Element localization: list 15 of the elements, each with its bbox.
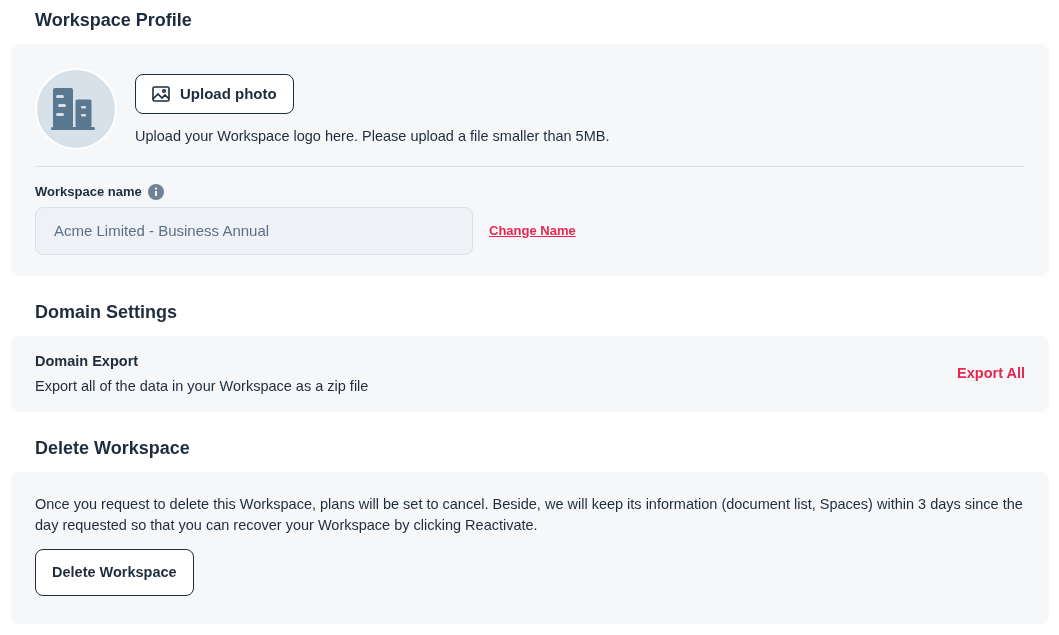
upload-photo-button[interactable]: Upload photo [135, 74, 294, 114]
delete-description: Once you request to delete this Workspace, plans will be set to cancel. Beside, we will keep its information (document list, Spaces) within 3 days since the day requested so that you can recover your Workspace by clicking Reactivate. [35, 495, 1024, 535]
change-name-link[interactable]: Change Name [489, 220, 576, 241]
image-icon [152, 86, 170, 102]
building-icon [35, 68, 117, 150]
delete-workspace-button[interactable]: Delete Workspace [35, 549, 194, 596]
setting-description: Export all of the data in your Workspace as a zip file [35, 376, 369, 396]
info-icon [147, 183, 164, 200]
section-heading: Delete Workspace [34, 437, 191, 460]
setting-title: Domain Export [35, 351, 140, 371]
field-label: Workspace name [35, 183, 142, 201]
section-heading: Workspace Profile [34, 9, 193, 32]
upload-hint: Upload your Workspace logo here. Please upload a file smaller than 5MB. [135, 127, 610, 146]
section-heading: Domain Settings [34, 301, 178, 324]
export-all-link[interactable]: Export All [957, 363, 1025, 385]
